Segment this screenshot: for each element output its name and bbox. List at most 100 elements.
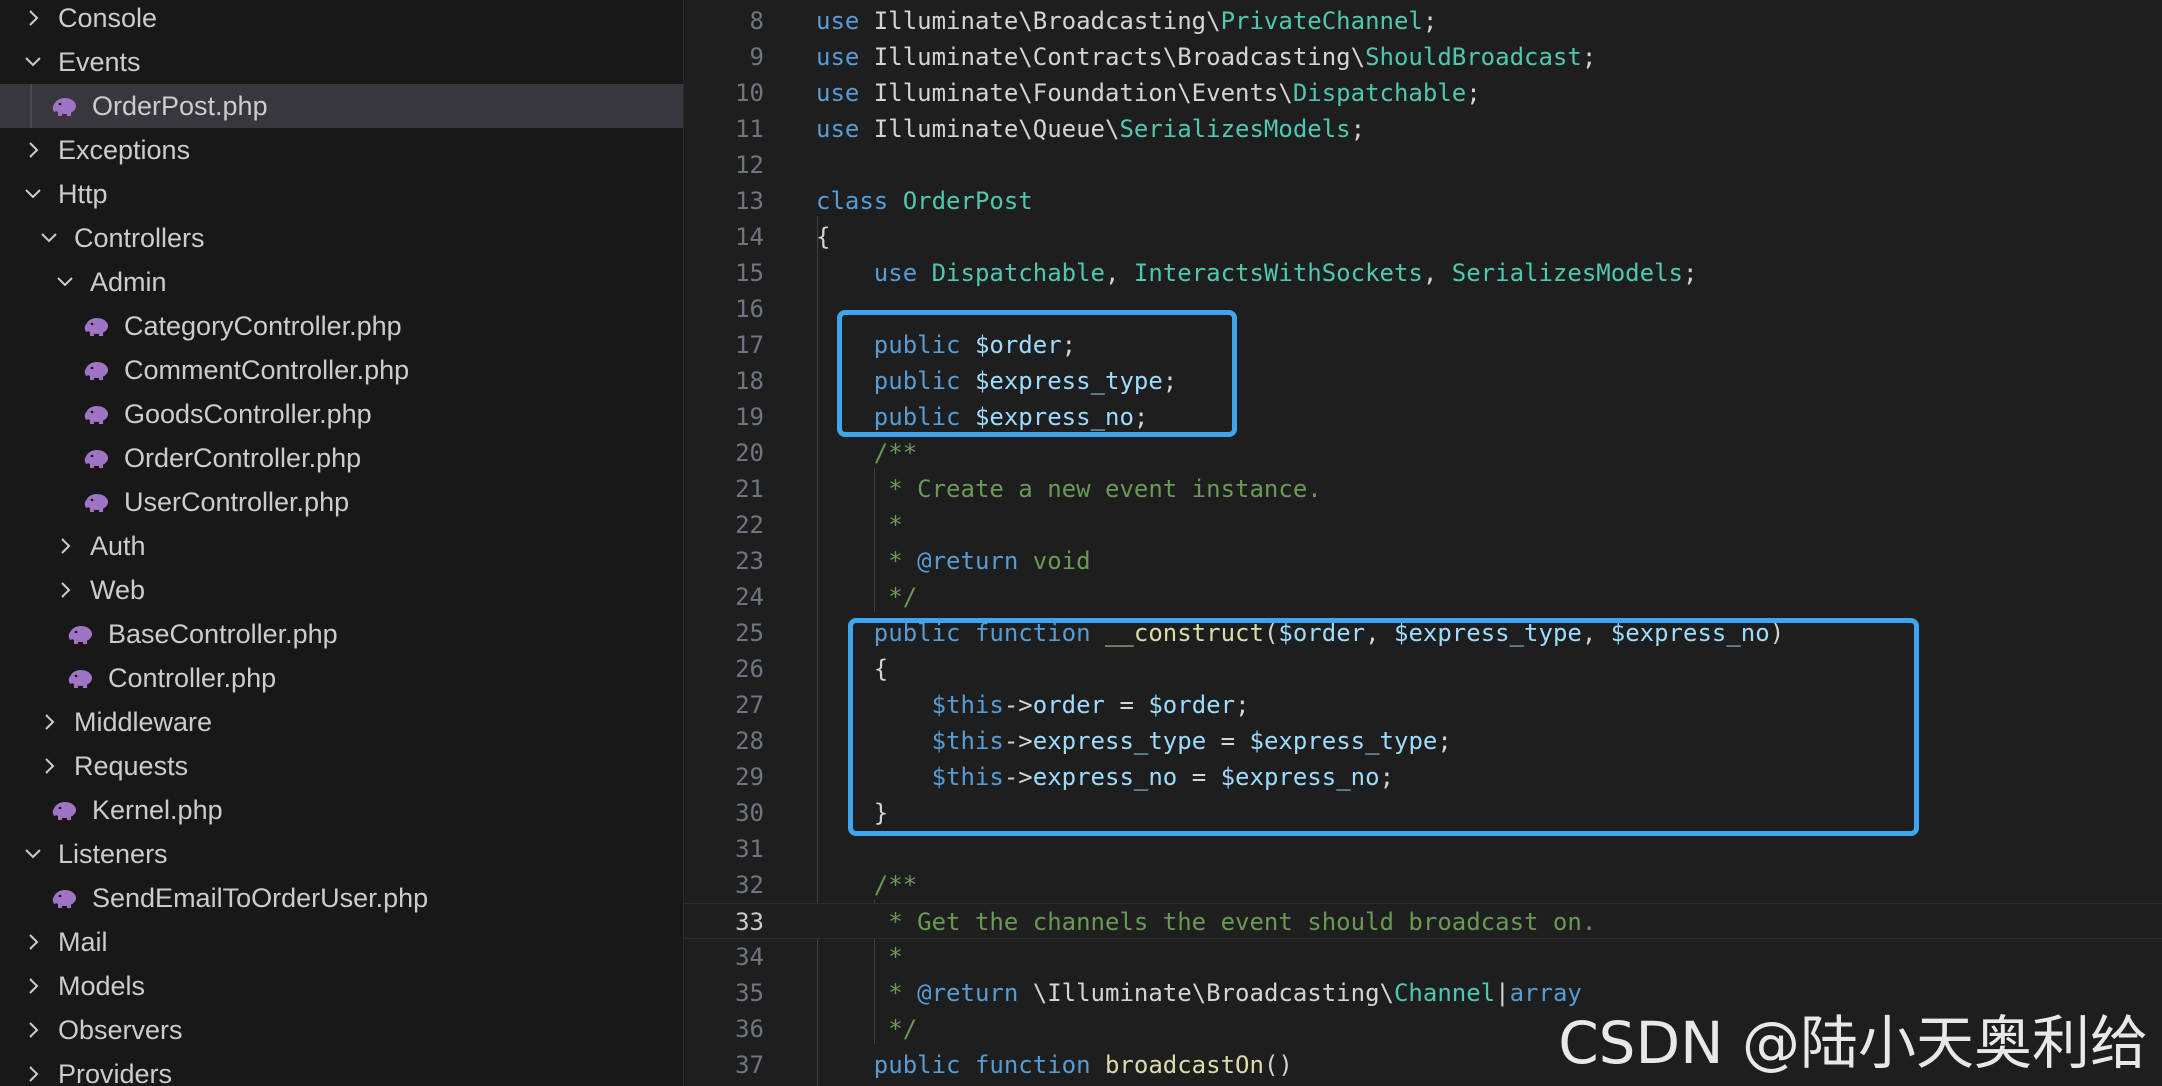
folder-item[interactable]: Http <box>0 172 683 216</box>
folder-item[interactable]: Mail <box>0 920 683 964</box>
php-elephant-icon <box>82 315 110 337</box>
tree-item-label: Events <box>58 46 141 77</box>
tree-item-label: Kernel.php <box>92 794 223 825</box>
code-line[interactable]: 15 use Dispatchable, InteractsWithSocket… <box>684 255 2162 291</box>
code-text: use Illuminate\Broadcasting\PrivateChann… <box>816 7 1438 35</box>
chevron-down-icon[interactable] <box>22 51 44 73</box>
line-number: 33 <box>735 908 764 936</box>
file-item[interactable]: CategoryController.php <box>0 304 683 348</box>
chevron-right-icon[interactable] <box>22 1063 44 1085</box>
folder-item[interactable]: Providers <box>0 1052 683 1086</box>
chevron-right-icon[interactable] <box>22 975 44 997</box>
line-number: 23 <box>735 547 764 575</box>
line-number: 22 <box>735 511 764 539</box>
tree-item-label: SendEmailToOrderUser.php <box>92 882 429 913</box>
code-line[interactable]: 10 use Illuminate\Foundation\Events\Dispa… <box>684 75 2162 111</box>
chevron-right-icon[interactable] <box>38 711 60 733</box>
tree-item-label: BaseController.php <box>108 618 338 649</box>
chevron-down-icon[interactable] <box>22 183 44 205</box>
php-elephant-icon <box>66 623 94 645</box>
line-number: 24 <box>735 583 764 611</box>
folder-item[interactable]: Listeners <box>0 832 683 876</box>
chevron-down-icon[interactable] <box>54 271 76 293</box>
file-item[interactable]: Controller.php <box>0 656 683 700</box>
tree-item-label: Observers <box>58 1014 183 1045</box>
code-line[interactable]: 32 /** <box>684 867 2162 903</box>
folder-item[interactable]: Auth <box>0 524 683 568</box>
line-number: 18 <box>735 367 764 395</box>
code-text: /** <box>873 439 918 467</box>
tree-item-label: Admin <box>90 266 167 297</box>
code-line[interactable]: 11 use Illuminate\Queue\SerializesModels; <box>684 111 2162 147</box>
folder-item[interactable]: Admin <box>0 260 683 304</box>
chevron-right-icon[interactable] <box>22 931 44 953</box>
code-text: use Illuminate\Contracts\Broadcasting\Sh… <box>816 43 1597 71</box>
code-text: * @return \Illuminate\Broadcasting\Chann… <box>888 979 1582 1007</box>
chevron-right-icon[interactable] <box>54 579 76 601</box>
chevron-down-icon[interactable] <box>38 227 60 249</box>
code-line[interactable]: 13 class OrderPost <box>684 183 2162 219</box>
code-line[interactable]: 33 * Get the channels the event should b… <box>684 903 2162 939</box>
code-line[interactable]: 23 * @return void <box>684 543 2162 579</box>
code-text: * @return void <box>888 547 1091 575</box>
folder-item[interactable]: Exceptions <box>0 128 683 172</box>
code-line[interactable]: 31 <box>684 831 2162 867</box>
line-number: 32 <box>735 871 764 899</box>
code-line[interactable]: 12 <box>684 147 2162 183</box>
folder-item[interactable]: Observers <box>0 1008 683 1052</box>
code-text: */ <box>888 583 918 611</box>
line-number: 13 <box>735 187 764 215</box>
chevron-right-icon[interactable] <box>22 139 44 161</box>
code-line[interactable]: 21 * Create a new event instance. <box>684 471 2162 507</box>
code-line[interactable]: 20 /** <box>684 435 2162 471</box>
php-elephant-icon <box>50 887 78 909</box>
code-text: { <box>816 223 831 251</box>
line-number: 11 <box>735 115 764 143</box>
line-number: 29 <box>735 763 764 791</box>
folder-item[interactable]: Controllers <box>0 216 683 260</box>
tree-item-label: GoodsController.php <box>124 398 372 429</box>
code-line[interactable]: 9 use Illuminate\Contracts\Broadcasting\S… <box>684 39 2162 75</box>
code-editor[interactable]: 8 use Illuminate\Broadcasting\PrivateChan… <box>684 0 2162 1086</box>
chevron-down-icon[interactable] <box>22 843 44 865</box>
chevron-right-icon[interactable] <box>38 755 60 777</box>
code-line[interactable]: 14 { <box>684 219 2162 255</box>
tree-item-label: OrderController.php <box>124 442 362 473</box>
line-number: 37 <box>735 1051 764 1079</box>
folder-item[interactable]: Events <box>0 40 683 84</box>
line-number: 26 <box>735 655 764 683</box>
code-line[interactable]: 34 * <box>684 939 2162 975</box>
line-number: 10 <box>735 79 764 107</box>
code-text: use Illuminate\Queue\SerializesModels; <box>816 115 1366 143</box>
code-line[interactable]: 22 * <box>684 507 2162 543</box>
folder-item[interactable]: Web <box>0 568 683 612</box>
tree-item-label: Middleware <box>74 706 213 737</box>
file-item[interactable]: OrderController.php <box>0 436 683 480</box>
tree-item-label: CategoryController.php <box>124 310 402 341</box>
code-text: class OrderPost <box>816 187 1033 215</box>
file-item[interactable]: CommentController.php <box>0 348 683 392</box>
file-item[interactable]: BaseController.php <box>0 612 683 656</box>
chevron-right-icon[interactable] <box>54 535 76 557</box>
file-item[interactable]: SendEmailToOrderUser.php <box>0 876 683 920</box>
line-number: 17 <box>735 331 764 359</box>
folder-item[interactable]: Requests <box>0 744 683 788</box>
chevron-right-icon[interactable] <box>22 7 44 29</box>
folder-item[interactable]: Console <box>0 0 683 40</box>
line-number: 20 <box>735 439 764 467</box>
code-line[interactable]: 24 */ <box>684 579 2162 615</box>
tree-item-label: Auth <box>90 530 146 561</box>
explorer-sidebar: Console Events OrderPost.php Exceptions Http… <box>0 0 683 1086</box>
folder-item[interactable]: Models <box>0 964 683 1008</box>
file-item[interactable]: Kernel.php <box>0 788 683 832</box>
code-text: use Dispatchable, InteractsWithSockets, … <box>873 259 1698 287</box>
code-line[interactable]: 8 use Illuminate\Broadcasting\PrivateChan… <box>684 3 2162 39</box>
folder-item[interactable]: Middleware <box>0 700 683 744</box>
line-number: 28 <box>735 727 764 755</box>
watermark: CSDN @陆小天奥利给 <box>1558 1009 2148 1077</box>
code-text: * <box>888 943 903 971</box>
chevron-right-icon[interactable] <box>22 1019 44 1041</box>
file-item[interactable]: OrderPost.php <box>0 84 683 128</box>
file-item[interactable]: GoodsController.php <box>0 392 683 436</box>
file-item[interactable]: UserController.php <box>0 480 683 524</box>
